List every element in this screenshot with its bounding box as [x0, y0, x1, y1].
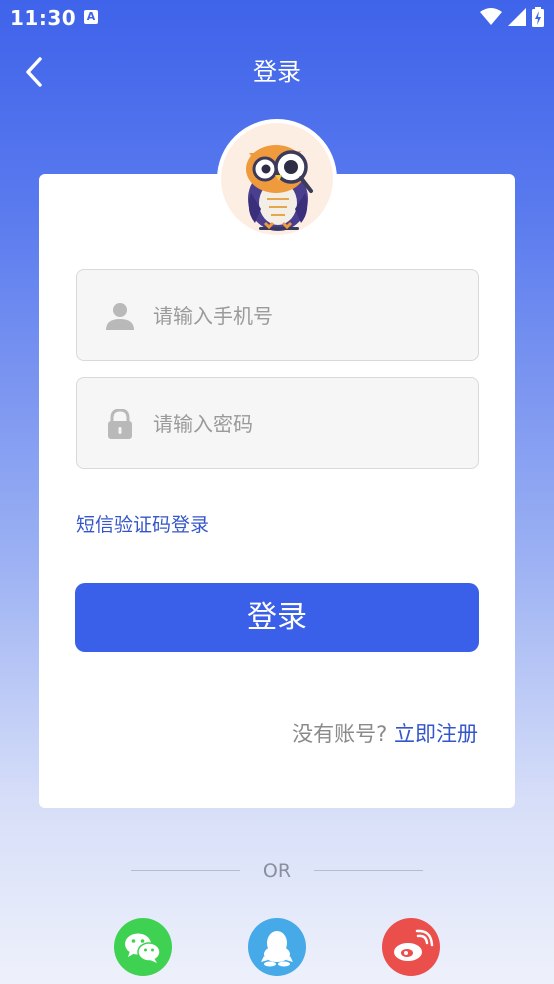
- avatar: [217, 119, 337, 239]
- status-bar: 11:30 A: [0, 0, 554, 36]
- register-link[interactable]: 立即注册: [394, 722, 478, 746]
- register-question: 没有账号?: [292, 722, 388, 746]
- battery-icon: [532, 7, 544, 27]
- lock-icon: [108, 409, 132, 439]
- phone-input[interactable]: [151, 296, 455, 336]
- password-field[interactable]: [76, 377, 479, 469]
- divider-line-right: [314, 870, 423, 871]
- wechat-icon: [125, 933, 161, 963]
- owl-icon: [246, 145, 313, 231]
- wechat-login-button[interactable]: [114, 918, 172, 976]
- user-icon: [106, 303, 134, 330]
- notification-app-icon: A: [84, 10, 98, 24]
- password-input[interactable]: [151, 404, 455, 444]
- weibo-login-button[interactable]: [382, 918, 440, 976]
- signal-icon: [508, 8, 526, 26]
- status-time: 11:30: [10, 6, 77, 30]
- register-row: 没有账号? 立即注册: [292, 718, 478, 748]
- wifi-icon: [480, 8, 502, 25]
- owl-mascot-image: [221, 123, 333, 235]
- status-icons: [480, 7, 544, 27]
- login-button[interactable]: 登录: [75, 583, 479, 652]
- qq-icon: [261, 931, 293, 967]
- or-divider-text: OR: [262, 860, 292, 882]
- phone-field[interactable]: [76, 269, 479, 361]
- sms-login-link[interactable]: 短信验证码登录: [76, 510, 209, 537]
- page-title: 登录: [253, 58, 301, 86]
- weibo-icon: [394, 929, 434, 961]
- qq-login-button[interactable]: [248, 918, 306, 976]
